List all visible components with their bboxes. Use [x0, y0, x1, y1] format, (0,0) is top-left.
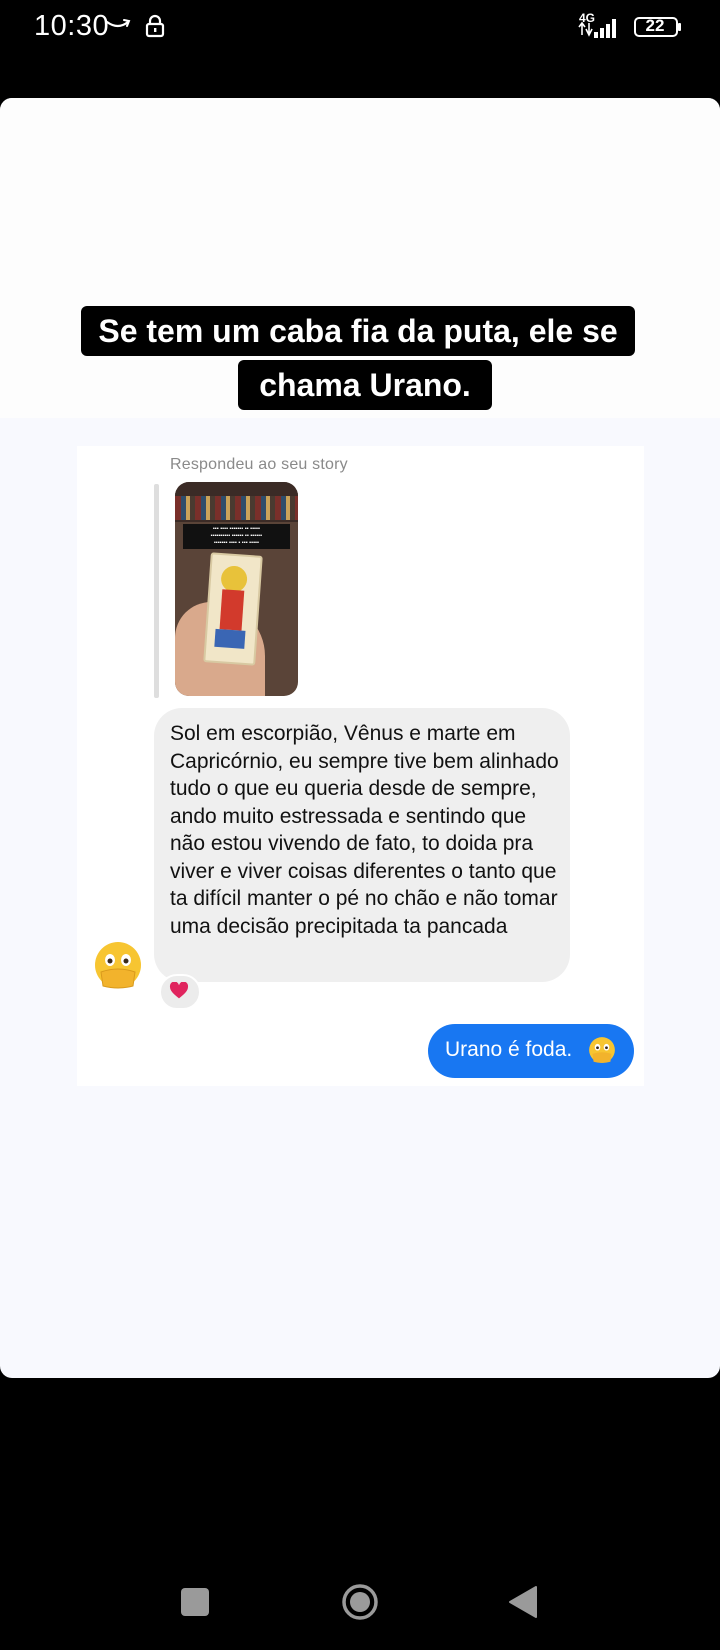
replied-story-thumbnail[interactable]: ▪▪▪ ▪▪▪▪ ▪▪▪▪▪▪▪ ▪▪ ▪▪▪▪▪ ▪▪▪▪▪▪▪▪▪▪ ▪▪▪▪…	[175, 482, 298, 696]
back-button[interactable]	[508, 1585, 538, 1619]
reply-label: Respondeu ao seu story	[170, 456, 348, 473]
bookshelf-books	[175, 496, 298, 520]
story-card: Se tem um caba fia da puta, ele se chama…	[0, 98, 720, 1378]
recents-button[interactable]	[181, 1588, 209, 1616]
status-time: 10:30	[34, 10, 110, 42]
story-caption-line-1: Se tem um caba fia da puta, ele se	[81, 306, 635, 356]
signal-icon	[578, 19, 616, 38]
tarot-card-image	[203, 552, 263, 666]
outgoing-message-text: Urano é foda.	[445, 1038, 573, 1061]
status-bar: 10:30 4G 22	[0, 0, 720, 56]
heart-reaction[interactable]	[159, 974, 201, 1010]
incoming-message-text: Sol em escorpião, Vênus e marte em Capri…	[170, 722, 559, 938]
home-button[interactable]	[341, 1583, 379, 1621]
battery-level: 22	[645, 16, 665, 35]
story-caption-line-2: chama Urano.	[238, 360, 492, 410]
dm-screenshot: Respondeu ao seu story ▪▪▪ ▪▪▪▪ ▪▪▪▪▪▪▪ …	[77, 446, 644, 1086]
incoming-message-bubble[interactable]: Sol em escorpião, Vênus e marte em Capri…	[154, 708, 570, 982]
reply-quote-bar	[154, 484, 159, 698]
amazon-icon	[105, 19, 131, 28]
face-with-open-eyes-and-hand-over-mouth-icon	[589, 1037, 615, 1063]
thumbnail-caption-image: ▪▪▪ ▪▪▪▪ ▪▪▪▪▪▪▪ ▪▪ ▪▪▪▪▪ ▪▪▪▪▪▪▪▪▪▪ ▪▪▪▪…	[183, 524, 290, 549]
navigation-bar	[0, 1560, 720, 1650]
face-with-open-eyes-and-hand-over-mouth-icon	[95, 942, 141, 989]
lock-icon	[145, 14, 165, 38]
heart-icon	[169, 982, 189, 999]
outgoing-message-bubble[interactable]: Urano é foda.	[428, 1024, 634, 1078]
